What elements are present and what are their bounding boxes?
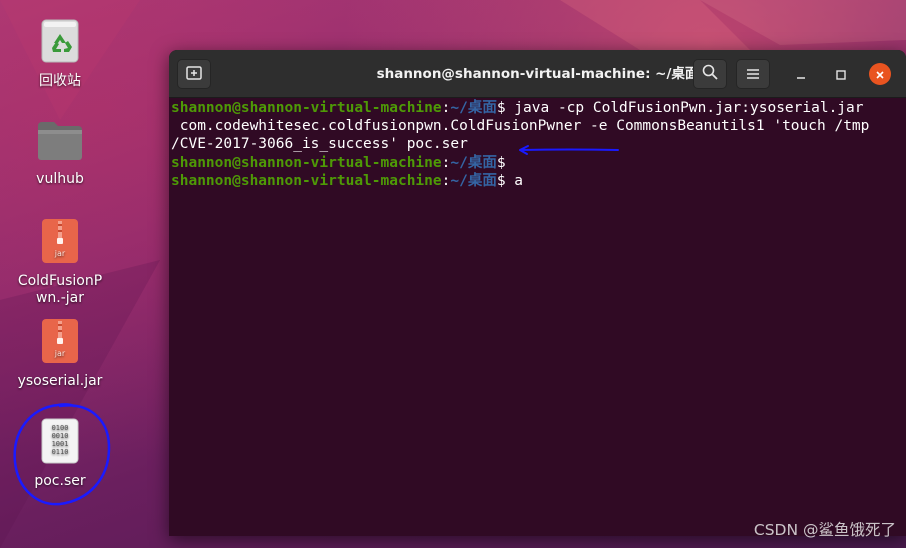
jar-badge-text: jar [54, 349, 66, 358]
desktop-icon-ysoserial-jar[interactable]: jar ysoserial.jar [0, 318, 120, 390]
maximize-icon [836, 65, 846, 84]
command-text: java -cp ColdFusionPwn.jar:ysoserial.jar [514, 100, 864, 116]
hamburger-menu-icon [746, 65, 760, 84]
desktop-icon-label: 回收站 [39, 73, 81, 89]
folder-icon [0, 120, 120, 167]
jar-archive-icon: jar [0, 318, 120, 369]
terminal-line-prompt: shannon@shannon-virtual-machine:~/桌面$ ja… [171, 99, 904, 117]
prompt-dollar: $ [496, 172, 515, 189]
maximize-button[interactable] [830, 63, 852, 85]
desktop-icon-label: poc.ser [34, 473, 86, 489]
minimize-icon [796, 65, 806, 84]
command-text: a [514, 172, 524, 189]
prompt-dollar: $ [496, 100, 515, 116]
jar-archive-icon: jar [0, 218, 120, 269]
binary-text-row: 0110 [52, 448, 69, 456]
prompt-user: shannon@shannon-virtual-machine [171, 172, 442, 189]
search-icon [702, 64, 718, 84]
terminal-line-output: com.codewhitesec.coldfusionpwn.ColdFusio… [171, 118, 870, 135]
desktop-icon-trash[interactable]: 回收站 [0, 18, 120, 90]
desktop-icon-vulhub[interactable]: vulhub [0, 120, 120, 188]
terminal-line-output: /CVE-2017-3066_is_success' poc.ser [171, 136, 468, 153]
desktop-icon-label: ysoserial.jar [17, 373, 103, 389]
csdn-watermark: CSDN @鲨鱼饿死了 [753, 521, 896, 539]
minimize-button[interactable] [790, 63, 812, 85]
terminal-line-prompt: shannon@shannon-virtual-machine:~/桌面$ a [171, 172, 904, 190]
search-button[interactable] [693, 59, 727, 89]
menu-button[interactable] [736, 59, 770, 89]
prompt-path: ~/桌面 [450, 100, 497, 116]
desktop-icon-label: vulhub [36, 171, 84, 187]
prompt-path: ~/桌面 [450, 172, 497, 189]
binary-text-row: 0100 [52, 424, 69, 432]
binary-text-row: 0010 [52, 432, 69, 440]
prompt-path: ~/桌面 [450, 154, 497, 171]
binary-text-row: 1001 [52, 440, 69, 448]
terminal-window[interactable]: shannon@shannon-virtual-machine: ~/桌面 sh… [169, 50, 906, 536]
prompt-user: shannon@shannon-virtual-machine [171, 100, 442, 116]
terminal-line-prompt: shannon@shannon-virtual-machine:~/桌面$ [171, 154, 904, 172]
close-icon [875, 65, 885, 84]
desktop-icon-poc-ser[interactable]: 0100 0010 1001 0110 poc.ser [0, 418, 120, 490]
desktop-icon-label: ColdFusionPwn.-jar [17, 273, 103, 306]
jar-badge-text: jar [54, 249, 66, 258]
desktop-icon-coldfusionpwn-jar[interactable]: jar ColdFusionPwn.-jar [0, 218, 120, 307]
trash-icon [0, 18, 120, 69]
prompt-user: shannon@shannon-virtual-machine [171, 154, 442, 171]
close-button[interactable] [869, 63, 891, 85]
terminal-titlebar[interactable]: shannon@shannon-virtual-machine: ~/桌面 [169, 50, 906, 98]
terminal-output[interactable]: shannon@shannon-virtual-machine:~/桌面$ ja… [169, 98, 906, 190]
binary-file-icon: 0100 0010 1001 0110 [0, 418, 120, 469]
prompt-dollar: $ [496, 154, 515, 171]
